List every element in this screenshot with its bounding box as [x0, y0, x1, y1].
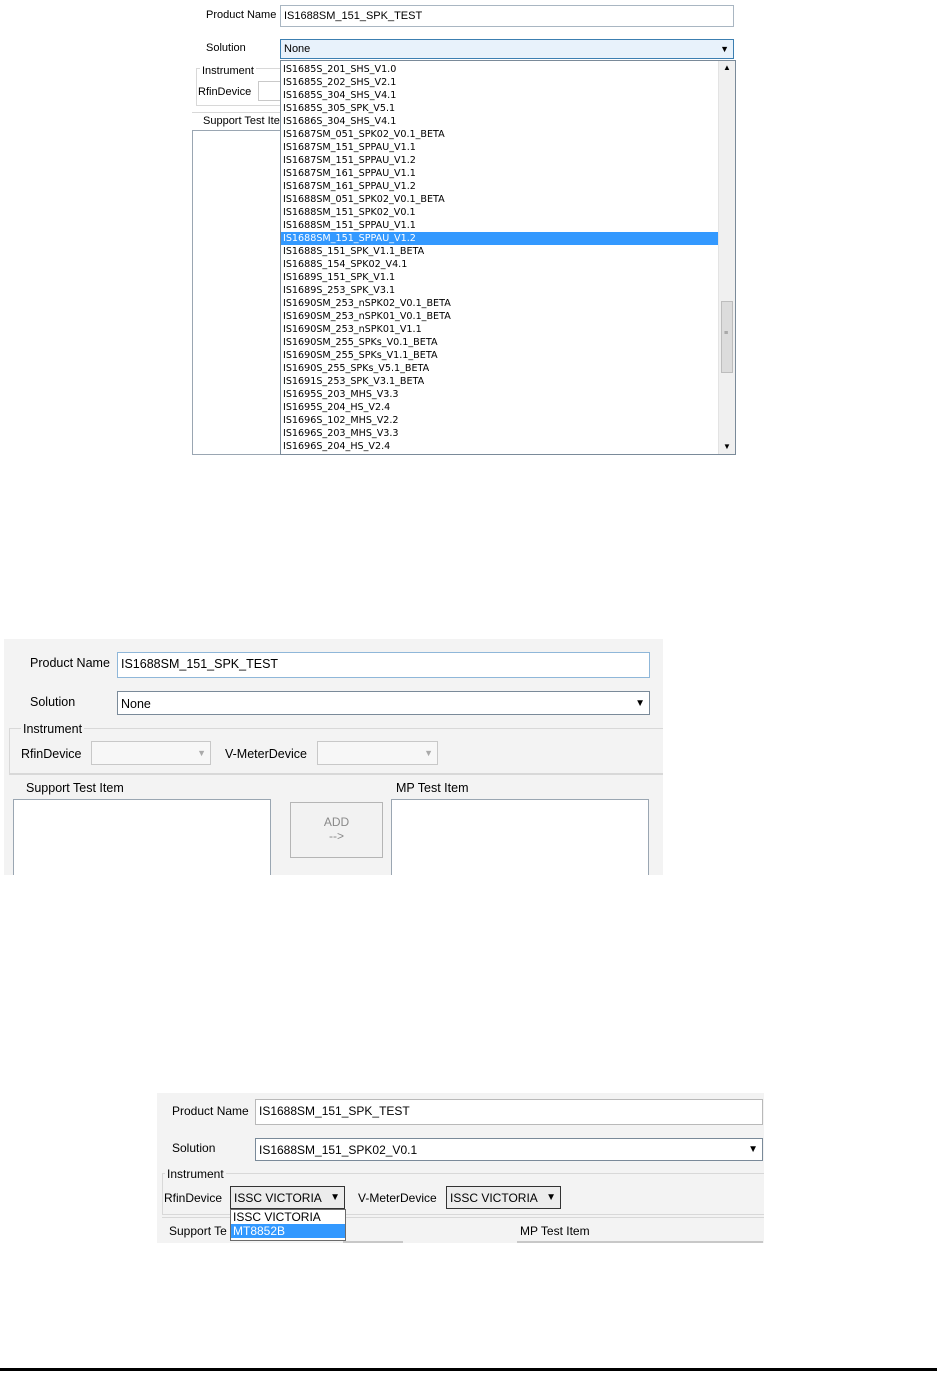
solution-option[interactable]: IS1690SM_253_nSPK02_V0.1_BETA	[281, 297, 718, 310]
solution-option[interactable]: IS1685S_304_SHS_V4.1	[281, 89, 718, 102]
solution-option[interactable]: IS1690S_255_SPKs_V5.1_BETA	[281, 362, 718, 375]
solution-dropdown-items: IS1685S_201_SHS_V1.0 IS1685S_202_SHS_V2.1…	[281, 63, 718, 453]
chevron-down-icon: ▼	[546, 1192, 556, 1203]
solution-dropdown-screenshot: Product Name IS1688SM_151_SPK_TEST Solut…	[192, 0, 736, 455]
chevron-down-icon: ▼	[748, 1144, 758, 1155]
solution-select-value: None	[121, 697, 151, 711]
rfin-device-label: RfinDevice	[21, 747, 82, 761]
solution-option[interactable]: IS1695S_203_MHS_V3.3	[281, 388, 718, 401]
chevron-down-icon: ▼	[330, 1192, 340, 1203]
solution-option[interactable]: IS1688SM_151_SPK02_V0.1	[281, 206, 718, 219]
solution-select-value: None	[284, 43, 311, 55]
chevron-down-icon: ▼	[424, 748, 433, 758]
product-name-input[interactable]: IS1688SM_151_SPK_TEST	[255, 1099, 763, 1125]
instrument-label: Instrument	[165, 1167, 226, 1181]
rfin-dropdown-list[interactable]: ISSC VICTORIA MT8852B	[230, 1209, 346, 1241]
scrollbar-thumb[interactable]: ≡	[721, 301, 733, 373]
mp-test-label: MP Test Item	[396, 781, 469, 795]
solution-dropdown-list[interactable]: IS1685S_201_SHS_V1.0 IS1685S_202_SHS_V2.1…	[280, 60, 736, 455]
solution-option[interactable]: IS1686S_304_SHS_V4.1	[281, 115, 718, 128]
product-name-label: Product Name	[206, 9, 277, 21]
support-test-label: Support Test Item	[26, 781, 124, 795]
solution-option[interactable]: IS1689S_151_SPK_V1.1	[281, 271, 718, 284]
solution-option[interactable]: IS1688SM_151_SPPAU_V1.1	[281, 219, 718, 232]
solution-option[interactable]: IS1690SM_253_nSPK01_V1.1	[281, 323, 718, 336]
solution-select-value: IS1688SM_151_SPK02_V0.1	[259, 1143, 418, 1157]
add-button[interactable]: ADD -->	[290, 802, 383, 858]
solution-option-selected[interactable]: IS1688SM_151_SPPAU_V1.2	[281, 232, 718, 245]
support-test-list[interactable]	[192, 130, 287, 455]
instrument-label: Instrument	[21, 722, 85, 736]
rfin-device-select[interactable]: ▼	[91, 741, 211, 765]
solution-option[interactable]: IS1695S_204_HS_V2.4	[281, 401, 718, 414]
solution-option[interactable]: IS1696S_204_HS_V2.4	[281, 440, 718, 453]
solution-option[interactable]: IS1690SM_255_SPKs_V0.1_BETA	[281, 336, 718, 349]
arrow-right-icon: -->	[329, 829, 344, 843]
solution-option[interactable]: IS1688S_154_SPK02_V4.1	[281, 258, 718, 271]
solution-option[interactable]: IS1687SM_151_SPPAU_V1.1	[281, 141, 718, 154]
solution-option[interactable]: IS1687SM_151_SPPAU_V1.2	[281, 154, 718, 167]
rfin-device-label: RfinDevice	[164, 1191, 223, 1205]
vmeter-device-value: ISSC VICTORIA	[450, 1191, 538, 1205]
add-button-label: ADD	[323, 815, 350, 829]
mp-test-list[interactable]	[391, 799, 649, 875]
solution-option[interactable]: IS1689S_253_SPK_V3.1	[281, 284, 718, 297]
chevron-down-icon: ▼	[720, 44, 729, 54]
product-name-label: Product Name	[172, 1104, 249, 1118]
vmeter-device-label: V-MeterDevice	[225, 747, 307, 761]
solution-option[interactable]: IS1685S_202_SHS_V2.1	[281, 76, 718, 89]
support-test-list[interactable]	[13, 799, 271, 875]
solution-option[interactable]: IS1685S_305_SPK_V5.1	[281, 102, 718, 115]
rfin-device-select[interactable]: ISSC VICTORIA ▼	[230, 1186, 345, 1209]
support-list-edge	[343, 1241, 403, 1243]
solution-option[interactable]: IS1688SM_051_SPK02_V0.1_BETA	[281, 193, 718, 206]
solution-label: Solution	[30, 695, 76, 709]
solution-option[interactable]: IS1687SM_051_SPK02_V0.1_BETA	[281, 128, 718, 141]
product-settings-panel: Product Name IS1688SM_151_SPK_TEST Solut…	[4, 639, 663, 875]
solution-option[interactable]: IS1688S_151_SPK_V1.1_BETA	[281, 245, 718, 258]
solution-option[interactable]: IS1687SM_161_SPPAU_V1.2	[281, 180, 718, 193]
scroll-down-icon[interactable]: ▼	[723, 442, 731, 451]
footer-rule	[0, 1368, 937, 1371]
product-name-input[interactable]: IS1688SM_151_SPK_TEST	[280, 5, 734, 27]
chevron-down-icon: ▼	[197, 748, 206, 758]
instrument-label: Instrument	[200, 65, 256, 77]
vmeter-device-label: V-MeterDevice	[358, 1191, 437, 1205]
instrument-selection-panel: Product Name IS1688SM_151_SPK_TEST Solut…	[157, 1093, 764, 1243]
mp-test-label: MP Test Item	[520, 1224, 590, 1238]
solution-label: Solution	[172, 1141, 216, 1155]
solution-option[interactable]: IS1690SM_255_SPKs_V1.1_BETA	[281, 349, 718, 362]
grip-icon: ≡	[724, 330, 729, 337]
solution-select[interactable]: None ▼	[117, 691, 650, 715]
product-name-input[interactable]: IS1688SM_151_SPK_TEST	[117, 652, 650, 678]
solution-option[interactable]: IS1696S_102_MHS_V2.2	[281, 414, 718, 427]
support-test-label: Support Te	[169, 1224, 227, 1238]
solution-option[interactable]: IS1685S_201_SHS_V1.0	[281, 63, 718, 76]
rfin-option[interactable]: ISSC VICTORIA	[231, 1210, 345, 1224]
support-test-label: Support Test Ite	[203, 115, 280, 127]
rfin-device-label: RfinDevice	[198, 86, 252, 98]
dropdown-scrollbar[interactable]: ▲ ≡ ▼	[718, 61, 735, 454]
vmeter-device-select[interactable]: ISSC VICTORIA ▼	[446, 1186, 561, 1209]
solution-option[interactable]: IS1690SM_253_nSPK01_V0.1_BETA	[281, 310, 718, 323]
product-name-label: Product Name	[30, 656, 110, 670]
scroll-up-icon[interactable]: ▲	[723, 63, 731, 72]
solution-label: Solution	[206, 42, 246, 54]
rfin-option-selected[interactable]: MT8852B	[231, 1224, 345, 1238]
vmeter-device-select[interactable]: ▼	[317, 741, 438, 765]
solution-select[interactable]: IS1688SM_151_SPK02_V0.1 ▼	[255, 1138, 763, 1161]
solution-option[interactable]: IS1696S_203_MHS_V3.3	[281, 427, 718, 440]
rfin-device-value: ISSC VICTORIA	[234, 1191, 322, 1205]
solution-option[interactable]: IS1691S_253_SPK_V3.1_BETA	[281, 375, 718, 388]
divider	[9, 774, 663, 775]
mp-list-edge	[517, 1241, 763, 1243]
solution-option[interactable]: IS1687SM_161_SPPAU_V1.1	[281, 167, 718, 180]
solution-select[interactable]: None ▼	[280, 39, 734, 59]
chevron-down-icon: ▼	[635, 698, 645, 709]
